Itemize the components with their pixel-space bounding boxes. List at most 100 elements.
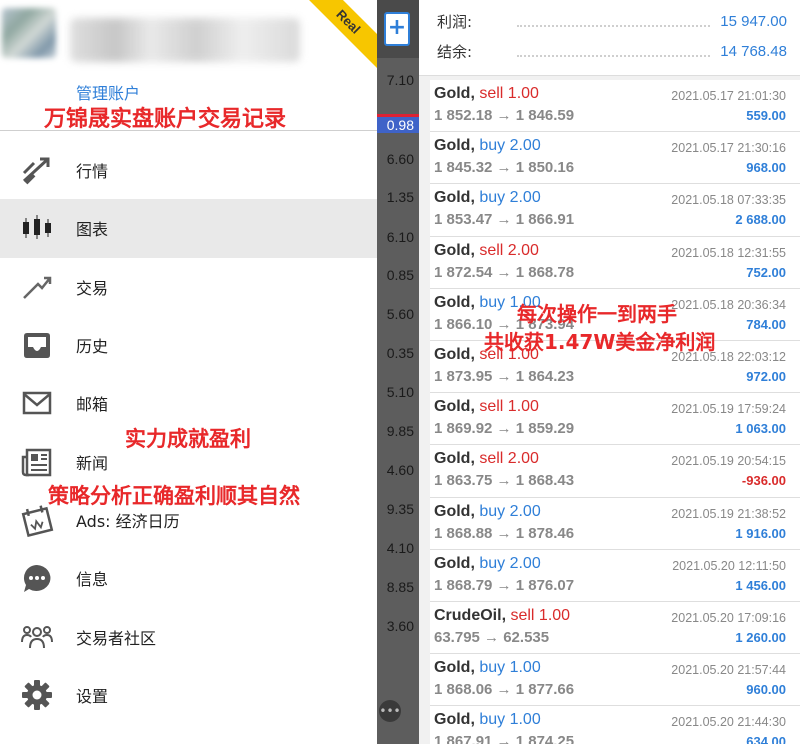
menu-label: 图表 bbox=[76, 220, 109, 240]
avatar[interactable] bbox=[2, 8, 56, 58]
menu-item-quotes[interactable]: 行情 bbox=[0, 141, 377, 199]
menu-item-trade[interactable]: 交易 bbox=[0, 258, 377, 316]
quote-value: 0.35 bbox=[386, 345, 414, 361]
strength-overlay-text: 实力成就盈利 bbox=[125, 427, 251, 451]
summary-balance-row: 结余: 14 768.48 bbox=[437, 40, 787, 62]
add-order-icon[interactable]: + bbox=[384, 12, 410, 46]
order-symbol: Gold, sell 1.00 bbox=[434, 398, 539, 416]
symbol-name: Gold, bbox=[434, 345, 475, 363]
balance-label: 结余: bbox=[437, 42, 473, 61]
order-prices: 1 845.32 → 1 850.16 bbox=[434, 159, 575, 177]
menu-label: 行情 bbox=[76, 162, 109, 182]
order-time: 2021.05.20 21:57:44 bbox=[671, 663, 786, 678]
order-side: buy 2.00 bbox=[479, 502, 541, 520]
drawer-divider bbox=[0, 130, 377, 131]
menu-item-community[interactable]: 交易者社区 bbox=[0, 607, 377, 665]
menu-item-charts[interactable]: 图表 bbox=[0, 199, 377, 258]
menu-item-settings[interactable]: 设置 bbox=[0, 666, 377, 724]
order-symbol: Gold, sell 2.00 bbox=[434, 242, 539, 260]
trade-icon bbox=[0, 270, 74, 304]
order-symbol: Gold, sell 1.00 bbox=[434, 85, 539, 103]
profit-value: 15 947.00 bbox=[720, 12, 787, 30]
order-profit: 960.00 bbox=[746, 682, 786, 698]
order-profit: 784.00 bbox=[746, 316, 786, 332]
order-row[interactable]: Gold, buy 2.00 1 868.79 → 1 876.07 2021.05… bbox=[430, 549, 800, 602]
profit-label: 利润: bbox=[437, 12, 473, 31]
order-prices: 1 868.79 → 1 876.07 bbox=[434, 576, 575, 594]
order-side: sell 2.00 bbox=[479, 241, 539, 259]
order-side: sell 2.00 bbox=[479, 450, 539, 468]
order-row[interactable]: CrudeOil, sell 1.00 63.795 → 62.535 2021.0… bbox=[430, 601, 800, 655]
quote-value: 8.85 bbox=[386, 579, 414, 595]
order-row[interactable]: Gold, sell 2.00 1 872.54 → 1 868.78 2021.0… bbox=[430, 236, 800, 289]
menu-label: 交易 bbox=[76, 278, 109, 298]
order-side: buy 2.00 bbox=[479, 554, 541, 572]
quote-value: 4.60 bbox=[386, 462, 414, 478]
order-row[interactable]: Gold, sell 1.00 1 869.92 → 1 859.29 2021.0… bbox=[430, 393, 800, 446]
mail-icon bbox=[0, 386, 74, 420]
order-time: 2021.05.17 21:30:16 bbox=[671, 141, 786, 156]
community-icon bbox=[0, 620, 74, 654]
order-profit: 972.00 bbox=[746, 368, 786, 384]
quote-value: 6.10 bbox=[386, 229, 414, 245]
summary-profit-row: 利润: 15 947.00 bbox=[437, 10, 787, 32]
order-profit: 968.00 bbox=[746, 160, 786, 176]
order-symbol: CrudeOil, sell 1.00 bbox=[434, 607, 570, 625]
quotes-icon bbox=[0, 153, 74, 187]
title-overlay-text: 万锦晟实盘账户交易记录 bbox=[44, 107, 287, 132]
order-row[interactable]: Gold, buy 2.00 1 868.88 → 1 878.46 2021.05… bbox=[430, 497, 800, 550]
order-side: buy 2.00 bbox=[479, 137, 541, 155]
dimmed-quotes-strip: + 7.10 0.98 6.60 1.35 6.10 0.85 5.60 0.3… bbox=[377, 0, 419, 744]
order-prices: 1 868.06 → 1 877.66 bbox=[434, 681, 575, 699]
menu-label: 信息 bbox=[76, 570, 109, 590]
news-icon bbox=[0, 445, 74, 479]
symbol-name: Gold, bbox=[434, 293, 475, 311]
menu-item-messages[interactable]: 信息 bbox=[0, 549, 377, 607]
order-row[interactable]: Gold, sell 1.00 1 852.18 → 1 846.59 2021.0… bbox=[430, 80, 800, 133]
navigation-drawer: Real 管理账户 万锦晟实盘账户交易记录 行情 图表 交易 历史 邮箱 新闻 … bbox=[0, 0, 377, 744]
order-time: 2021.05.19 21:38:52 bbox=[671, 506, 786, 521]
order-row[interactable]: Gold, buy 1.00 1 867.91 → 1 874.25 2021.05… bbox=[430, 706, 800, 744]
order-prices: 1 868.88 → 1 878.46 bbox=[434, 524, 575, 542]
operations-overlay-text: 每次操作一到两手 bbox=[517, 302, 677, 326]
order-profit: 1 260.00 bbox=[735, 629, 786, 645]
order-row[interactable]: Gold, buy 2.00 1 853.47 → 1 866.91 2021.05… bbox=[430, 184, 800, 237]
order-time: 2021.05.18 12:31:55 bbox=[671, 245, 786, 260]
order-row[interactable]: Gold, buy 1.00 1 868.06 → 1 877.66 2021.05… bbox=[430, 654, 800, 707]
symbol-name: Gold, bbox=[434, 189, 475, 207]
order-time: 2021.05.20 21:44:30 bbox=[671, 715, 786, 730]
order-prices: 1 869.92 → 1 859.29 bbox=[434, 420, 575, 438]
symbol-name: Gold, bbox=[434, 241, 475, 259]
quote-value: 4.10 bbox=[386, 540, 414, 556]
symbol-name: Gold, bbox=[434, 85, 475, 102]
order-row[interactable]: Gold, buy 2.00 1 845.32 → 1 850.16 2021.05… bbox=[430, 132, 800, 185]
menu-label: Ads: 经济日历 bbox=[76, 511, 180, 531]
order-row[interactable]: Gold, sell 2.00 1 863.75 → 1 868.43 2021.0… bbox=[430, 445, 800, 498]
order-side: sell 1.00 bbox=[479, 85, 539, 102]
order-symbol: Gold, sell 2.00 bbox=[434, 450, 539, 468]
menu-label: 历史 bbox=[76, 337, 109, 357]
quote-value: 5.60 bbox=[386, 306, 414, 322]
real-account-badge: Real bbox=[300, 0, 377, 70]
order-side: sell 1.00 bbox=[510, 606, 571, 624]
order-profit: 1 916.00 bbox=[735, 525, 786, 541]
account-name-blurred bbox=[70, 18, 300, 62]
quote-value: 1.35 bbox=[386, 189, 414, 205]
gear-icon bbox=[0, 678, 74, 712]
balance-value: 14 768.48 bbox=[720, 42, 787, 60]
menu-item-history[interactable]: 历史 bbox=[0, 316, 377, 374]
quote-value: 9.85 bbox=[386, 423, 414, 439]
symbol-name: Gold, bbox=[434, 659, 475, 677]
more-options-icon[interactable]: ••• bbox=[379, 700, 401, 722]
order-symbol: Gold, buy 1.00 bbox=[434, 659, 541, 677]
chat-icon bbox=[0, 561, 74, 595]
strategy-overlay-text: 策略分析正确盈利顺其自然 bbox=[48, 484, 300, 508]
order-time: 2021.05.18 07:33:35 bbox=[671, 193, 786, 208]
order-profit: 2 688.00 bbox=[735, 212, 786, 228]
order-profit: 1 063.00 bbox=[735, 421, 786, 437]
orders-list: Gold, sell 1.00 1 852.18 → 1 846.59 2021.0… bbox=[430, 80, 800, 744]
order-time: 2021.05.17 21:01:30 bbox=[671, 89, 786, 103]
history-inbox-icon bbox=[0, 328, 74, 362]
order-profit: -936.00 bbox=[741, 473, 786, 489]
quote-value: 9.35 bbox=[386, 501, 414, 517]
